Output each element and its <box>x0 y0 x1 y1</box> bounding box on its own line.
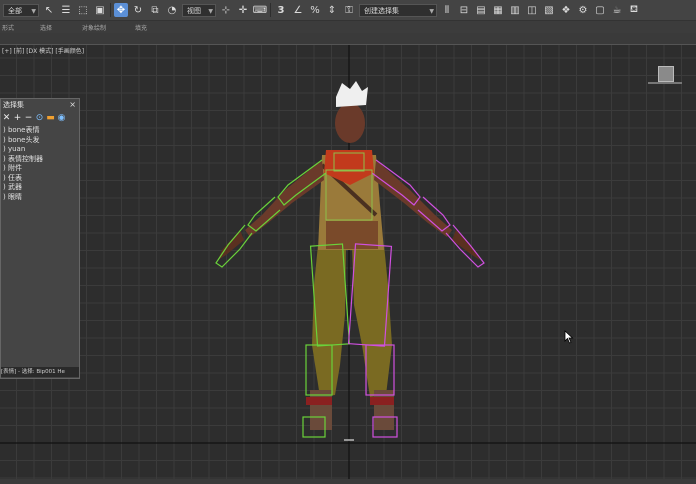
list-item[interactable]: ) 仼表 <box>1 174 79 184</box>
rect-select-icon[interactable]: ⬚ <box>76 3 90 17</box>
query-icon[interactable]: ◉ <box>57 113 66 123</box>
chevron-down-icon: ▼ <box>31 7 36 15</box>
viewport-label[interactable]: [+] [前] [DX 模式] [手画颜色] <box>2 46 84 55</box>
percent-snap-icon[interactable]: % <box>308 3 322 17</box>
main-toolbar: 全部 ▼ ↖ ☰ ⬚ ▣ ✥ ↻ ⧉ ◔ 视图 ▼ ⊹ ✛ ⌨ 3 ∠ % ⇕ … <box>0 0 696 21</box>
angle-snap-icon[interactable]: ∠ <box>291 3 305 17</box>
viewcube[interactable] <box>658 66 674 82</box>
list-item-label: 表情控制器 <box>7 154 43 163</box>
list-item[interactable]: ) 附件 <box>1 164 79 174</box>
remove-icon[interactable]: − <box>24 113 33 123</box>
mouse-cursor-icon <box>564 330 574 344</box>
viewport-grid <box>0 45 696 481</box>
ribbon-label-selection[interactable]: 选择 <box>40 23 52 32</box>
list-item-label: 附件 <box>7 164 22 172</box>
toggle-ribbon-icon[interactable]: ▥ <box>508 3 522 17</box>
ribbon-collapsed-area <box>0 33 696 44</box>
pivot-center-icon[interactable]: ⊹ <box>219 3 233 17</box>
character-model[interactable] <box>215 81 485 438</box>
list-item[interactable]: ) 表情控制器 <box>1 155 79 165</box>
select-by-name-icon[interactable]: ☰ <box>59 3 73 17</box>
list-item-label: bone表情 <box>7 126 40 134</box>
list-item[interactable]: ) bone表情 <box>1 126 79 136</box>
schematic-view-icon[interactable]: ▧ <box>542 3 556 17</box>
snap-toggle-icon[interactable]: 3 <box>274 3 288 17</box>
keyboard-shortcut-icon[interactable]: ⌨ <box>253 3 267 17</box>
ribbon-label-object-paint[interactable]: 对象绘制 <box>82 23 106 32</box>
toolbar-separator <box>110 3 111 17</box>
list-item[interactable]: ) 眼睛 <box>1 193 79 203</box>
chevron-down-icon: ▼ <box>208 7 213 15</box>
reference-coordinate-value: 视图 <box>187 6 201 15</box>
select-object-icon[interactable]: ↖ <box>42 3 56 17</box>
list-item[interactable]: ) bone头发 <box>1 136 79 146</box>
panel-status-bar: [表情] - 选择: Bip001 He <box>1 367 79 377</box>
rendered-frame-icon[interactable]: ▢ <box>593 3 607 17</box>
placement-icon[interactable]: ◔ <box>165 3 179 17</box>
ribbon-label-modeling[interactable]: 形式 <box>2 23 14 32</box>
list-item[interactable]: ) yuan <box>1 145 79 155</box>
material-editor-icon[interactable]: ❖ <box>559 3 573 17</box>
list-item-label: yuan <box>7 145 26 153</box>
align-icon[interactable]: ⊟ <box>457 3 471 17</box>
viewcube-ring[interactable] <box>648 82 682 84</box>
spinner-snap-icon[interactable]: ⇕ <box>325 3 339 17</box>
edit-named-selection-icon[interactable]: ⚿ <box>342 3 356 17</box>
render-setup-icon[interactable]: ⚙ <box>576 3 590 17</box>
list-item-label: bone头发 <box>7 135 40 144</box>
selection-filter-value: 全部 <box>8 6 22 15</box>
add-icon[interactable]: + <box>13 113 22 123</box>
ribbon-panel-labels: 形式 选择 对象绘制 填充 <box>0 21 696 33</box>
panel-title-bar[interactable]: 选择集 × <box>1 99 79 111</box>
list-item-label: 眼睛 <box>7 192 22 201</box>
mirror-icon[interactable]: ⫴ <box>440 3 454 17</box>
reference-coordinate-dropdown[interactable]: 视图 ▼ <box>182 3 216 17</box>
panel-toolbar: ✕ + − ⊙ ▬ ◉ <box>1 111 79 125</box>
list-item-label: 武器 <box>7 183 22 191</box>
select-set-icon[interactable]: ⊙ <box>35 113 44 123</box>
layer-explorer-icon[interactable]: ▦ <box>491 3 505 17</box>
scale-icon[interactable]: ⧉ <box>148 3 162 17</box>
toggle-scene-explorer-icon[interactable]: ▤ <box>474 3 488 17</box>
manipulate-icon[interactable]: ✛ <box>236 3 250 17</box>
close-icon[interactable]: × <box>69 99 76 111</box>
toolbar-separator <box>270 3 271 17</box>
front-viewport[interactable] <box>0 44 696 481</box>
named-selection-value: 创建选择集 <box>364 6 399 15</box>
delete-icon[interactable]: ✕ <box>2 113 11 123</box>
window-crossing-icon[interactable]: ▣ <box>93 3 107 17</box>
selection-set-list: ) bone表情 ) bone头发 ) yuan ) 表情控制器 ) 附件 ) … <box>1 126 79 202</box>
panel-title: 选择集 <box>3 101 24 109</box>
chevron-down-icon: ▼ <box>429 7 434 15</box>
render-iterative-icon[interactable]: ⛾ <box>627 3 641 17</box>
list-item[interactable]: ) 武器 <box>1 183 79 193</box>
render-production-icon[interactable]: ☕ <box>610 3 624 17</box>
list-item-label: 仼表 <box>7 173 22 182</box>
named-selection-dropdown[interactable]: 创建选择集 ▼ <box>359 3 437 17</box>
curve-editor-icon[interactable]: ◫ <box>525 3 539 17</box>
rotate-icon[interactable]: ↻ <box>131 3 145 17</box>
move-icon[interactable]: ✥ <box>114 3 128 17</box>
highlight-icon[interactable]: ▬ <box>46 113 55 123</box>
ribbon-label-populate[interactable]: 填充 <box>135 23 147 32</box>
bottom-status-strip <box>0 479 696 484</box>
selection-set-panel: 选择集 × ✕ + − ⊙ ▬ ◉ ) bone表情 ) bone头发 ) yu… <box>0 98 80 379</box>
selection-filter-dropdown[interactable]: 全部 ▼ <box>3 3 39 17</box>
